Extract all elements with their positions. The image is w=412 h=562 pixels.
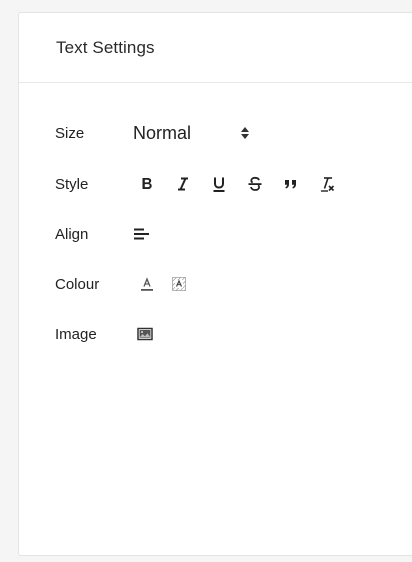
italic-icon (178, 177, 188, 191)
background-color-icon (172, 277, 186, 291)
text-color-icon (141, 277, 153, 291)
select-arrows-icon (241, 127, 249, 139)
clear-format-button[interactable] (313, 170, 341, 198)
insert-image-button[interactable] (131, 320, 159, 348)
size-row: Size Normal (55, 118, 249, 148)
panel-header: Text Settings (19, 13, 412, 83)
blockquote-button[interactable] (277, 170, 305, 198)
image-icon (137, 327, 153, 341)
bold-icon (142, 178, 152, 189)
bold-button[interactable] (133, 170, 161, 198)
underline-icon (213, 177, 225, 192)
style-label: Style (55, 175, 89, 193)
text-settings-panel: Text Settings Size Normal Style Align Co… (18, 12, 412, 556)
panel-title: Text Settings (56, 37, 155, 57)
style-toolbar (133, 170, 349, 198)
size-label: Size (55, 124, 85, 142)
strikethrough-icon (248, 176, 262, 191)
align-label: Align (55, 225, 89, 243)
underline-button[interactable] (205, 170, 233, 198)
clear-format-icon (321, 177, 335, 192)
image-row: Image (55, 319, 167, 349)
image-label: Image (55, 325, 97, 343)
align-left-icon (134, 228, 149, 240)
background-color-button[interactable] (165, 270, 193, 298)
colour-label: Colour (55, 275, 100, 293)
italic-button[interactable] (169, 170, 197, 198)
colour-row: Colour (55, 269, 201, 299)
size-select[interactable]: Normal (133, 118, 249, 148)
blockquote-icon (285, 180, 296, 189)
style-row: Style (55, 169, 349, 199)
strikethrough-button[interactable] (241, 170, 269, 198)
align-button[interactable] (127, 220, 155, 248)
size-select-value: Normal (133, 122, 192, 143)
align-row: Align (55, 219, 163, 249)
text-color-button[interactable] (133, 270, 161, 298)
